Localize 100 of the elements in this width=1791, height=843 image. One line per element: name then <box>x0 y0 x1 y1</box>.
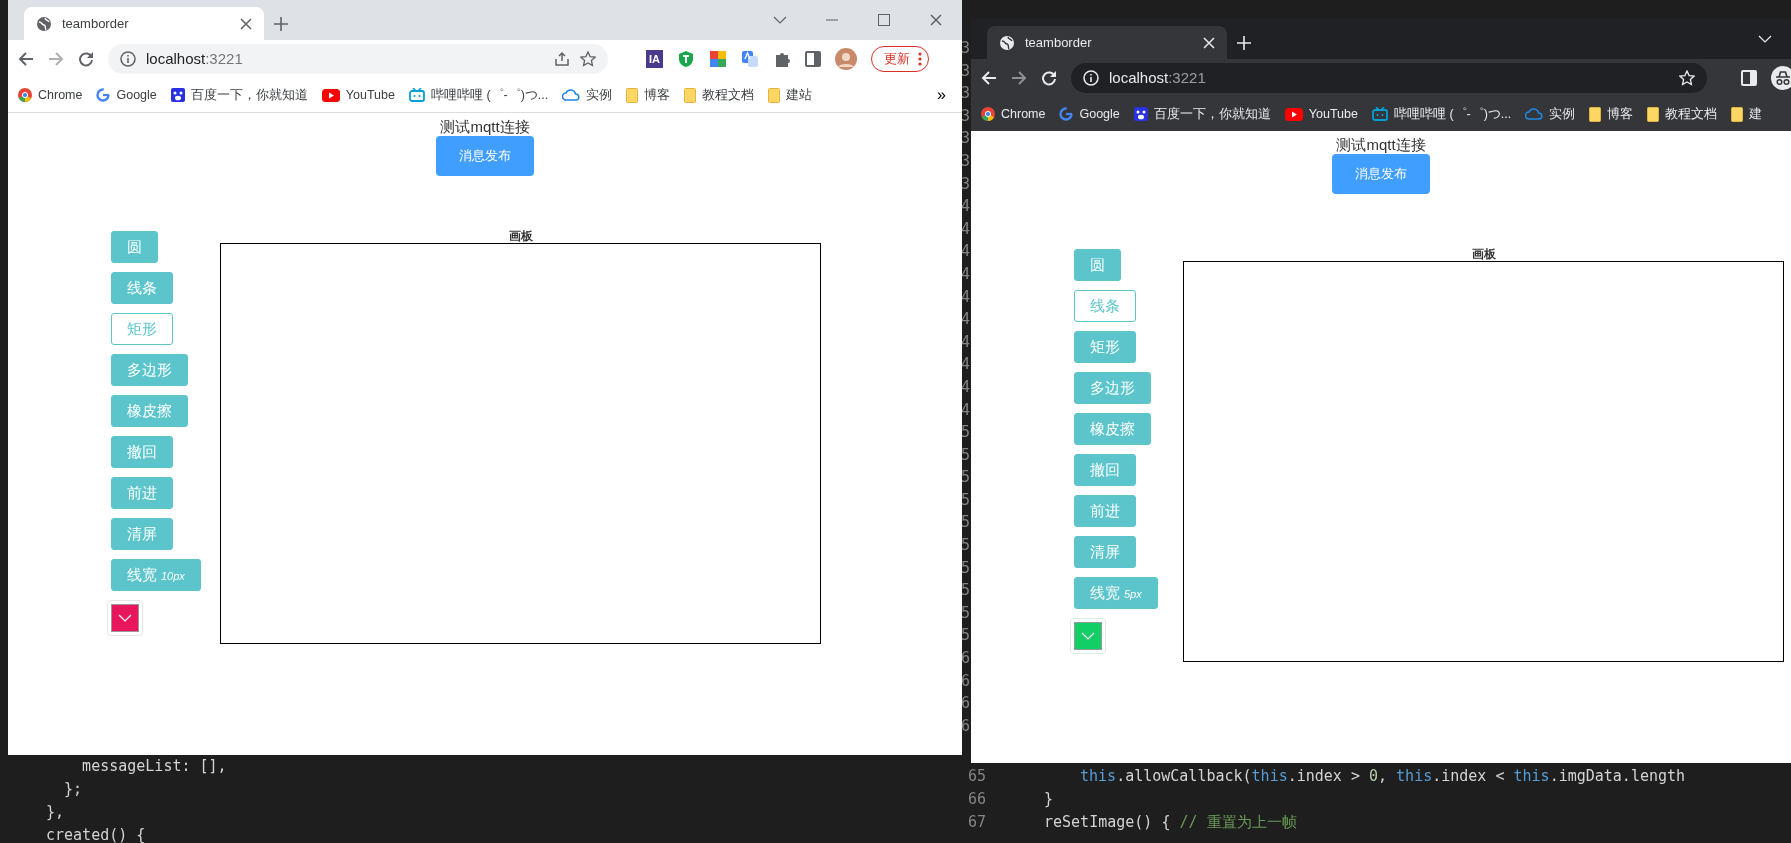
canvas-label: 画板 <box>1471 247 1496 261</box>
line-number: 3 <box>961 128 971 150</box>
line-number: 65 <box>966 766 986 787</box>
page-heading: 测试mqtt连接 <box>1335 136 1427 154</box>
line-number: 5 <box>961 602 971 624</box>
line-number: 5 <box>961 444 971 466</box>
folder-icon[interactable] <box>1731 106 1744 122</box>
bookmark-link[interactable]: 哔哩哔哩 (゜-゜)つ... <box>1393 104 1512 124</box>
close-icon[interactable] <box>930 14 942 26</box>
line-number: 6 <box>961 715 971 737</box>
bookmark-link[interactable]: Chrome <box>1001 104 1046 124</box>
line-number: 3 <box>961 60 971 82</box>
play-icon[interactable] <box>1284 107 1303 121</box>
bookmark-link[interactable]: 百度一下，你就知道 <box>190 85 308 105</box>
browser-tab[interactable]: teamborder <box>987 26 1227 59</box>
line-number: 4 <box>961 309 971 331</box>
address-bar[interactable]: localhost:3221 <box>108 44 608 74</box>
code-line: messageList: [], <box>81 756 227 777</box>
line-number: 6 <box>961 648 971 670</box>
bookmark-link[interactable]: 哔哩哔哩 (゜-゜)つ... <box>430 85 549 105</box>
line-number: 6 <box>961 693 971 715</box>
bookmark-link[interactable]: 建 <box>1749 104 1763 124</box>
bookmark-link[interactable]: 实例 <box>586 85 613 105</box>
reload-icon[interactable] <box>78 51 94 67</box>
cloud-icon[interactable] <box>562 89 581 101</box>
line-number: 5 <box>961 489 971 511</box>
line-number: 4 <box>961 399 971 421</box>
more-menu-icon <box>918 52 922 66</box>
close-icon[interactable] <box>240 17 252 30</box>
tab-title[interactable]: teamborder <box>62 13 230 34</box>
maximize-icon[interactable] <box>878 14 890 26</box>
code-line: this.allowCallback(this.index > 0, this.index < this.imgData.length <box>1079 766 1686 787</box>
bookmark-link[interactable]: 百度一下，你就知道 <box>1153 104 1271 124</box>
url-text: localhost:3221 <box>146 48 244 69</box>
globe-icon <box>36 15 52 32</box>
line-number: 67 <box>966 812 986 833</box>
g-logo-icon[interactable] <box>96 88 111 102</box>
code-line: created() { <box>46 825 147 843</box>
line-number: 4 <box>961 376 971 398</box>
line-number: 5 <box>961 535 971 557</box>
paw-icon[interactable] <box>170 88 185 102</box>
star-icon[interactable] <box>580 51 596 67</box>
bookmark-link[interactable]: 教程文档 <box>702 85 755 105</box>
bookmark-link[interactable]: 建站 <box>786 85 813 105</box>
bookmark-link[interactable]: Google <box>1079 104 1120 124</box>
page-heading: 测试mqtt连接 <box>439 118 531 136</box>
bookmark-link[interactable]: 博客 <box>1607 104 1634 124</box>
translate-icon[interactable] <box>741 50 759 68</box>
line-number: 5 <box>961 625 971 647</box>
bookmark-link[interactable]: 教程文档 <box>1665 104 1718 124</box>
update-button[interactable]: 更新 <box>871 46 929 72</box>
line-number: 4 <box>961 196 971 218</box>
browser-logo-icon[interactable] <box>981 107 995 121</box>
incognito-icon[interactable] <box>1771 66 1791 90</box>
g-logo-icon[interactable] <box>1059 107 1074 121</box>
line-number: 5 <box>961 580 971 602</box>
bookmark-link[interactable]: Chrome <box>38 85 83 105</box>
line-number: 4 <box>961 286 971 308</box>
line-number: 4 <box>961 218 971 240</box>
line-number: 3 <box>961 150 971 172</box>
line-number: 3 <box>961 83 971 105</box>
cloud-icon[interactable] <box>1525 108 1544 120</box>
line-number: 4 <box>961 331 971 353</box>
globe-icon <box>999 34 1015 51</box>
code-line: }, <box>46 802 66 823</box>
line-number: 6 <box>961 670 971 692</box>
puzzle-icon[interactable] <box>773 50 791 68</box>
extension-icon[interactable]: IA <box>646 49 663 69</box>
bookmark-link[interactable]: Google <box>116 85 157 105</box>
bookmark-link[interactable]: YouTube <box>1308 104 1358 124</box>
bookmark-link[interactable]: 博客 <box>644 85 671 105</box>
url-text: localhost:3221 <box>1109 67 1207 88</box>
more-bookmarks-button[interactable]: » <box>931 83 952 107</box>
paw-icon[interactable] <box>1133 107 1148 121</box>
bookmark-link[interactable]: YouTube <box>345 85 395 105</box>
line-number: 3 <box>961 173 971 195</box>
folder-icon[interactable] <box>1589 106 1602 122</box>
bookmark-link[interactable]: 实例 <box>1549 104 1576 124</box>
tv-icon[interactable] <box>408 88 425 102</box>
color-grid-icon[interactable] <box>709 50 727 68</box>
line-number: 5 <box>961 422 971 444</box>
tv-icon[interactable] <box>1371 107 1388 121</box>
code-line: reSetImage() { // 重置为上一帧 <box>1044 812 1297 833</box>
line-number: 5 <box>961 467 971 489</box>
avatar-icon[interactable] <box>835 48 857 70</box>
back-arrow-icon[interactable] <box>18 51 34 67</box>
shield-icon[interactable] <box>677 50 695 68</box>
share-icon[interactable] <box>554 51 570 67</box>
line-number: 3 <box>961 105 971 127</box>
browser-tab[interactable]: teamborder <box>24 7 264 40</box>
side-panel-icon[interactable] <box>805 51 821 67</box>
line-number: 66 <box>966 789 986 810</box>
line-number: 4 <box>961 241 971 263</box>
code-line: }; <box>63 779 84 800</box>
line-number: 5 <box>961 512 971 534</box>
line-number: 5 <box>961 557 971 579</box>
code-line: } <box>1044 789 1054 810</box>
line-number: 4 <box>961 263 971 285</box>
tab-title[interactable]: teamborder <box>1025 32 1193 53</box>
folder-icon[interactable] <box>1647 106 1660 122</box>
